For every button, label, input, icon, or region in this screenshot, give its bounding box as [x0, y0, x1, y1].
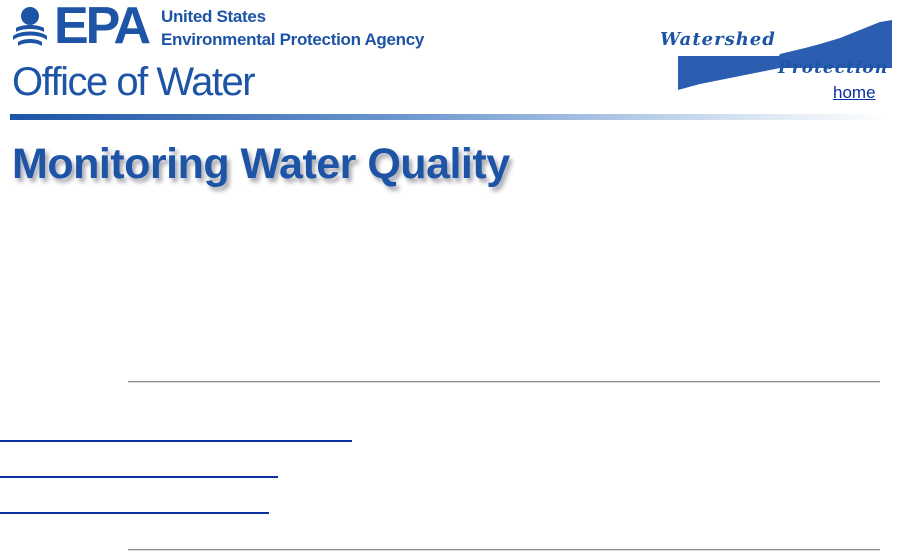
home-link[interactable]: home — [833, 83, 876, 103]
watershed-logo-word: Watershed — [660, 29, 776, 50]
horizontal-rule-bottom — [128, 549, 880, 551]
header-divider — [10, 114, 888, 120]
agency-name-line1: United States — [161, 7, 266, 26]
content-link-2[interactable] — [0, 476, 278, 478]
epa-logo-icon — [13, 7, 47, 46]
epa-logo-text: EPA — [54, 0, 151, 55]
page-title: Monitoring Water Quality — [12, 140, 510, 188]
agency-name-line2: Environmental Protection Agency — [161, 30, 425, 49]
office-title: Office of Water — [12, 60, 256, 104]
horizontal-rule-top — [128, 381, 880, 383]
content-link-3[interactable] — [0, 512, 269, 514]
content-link-1[interactable] — [0, 440, 352, 442]
protection-logo-word: Protection — [778, 58, 889, 78]
